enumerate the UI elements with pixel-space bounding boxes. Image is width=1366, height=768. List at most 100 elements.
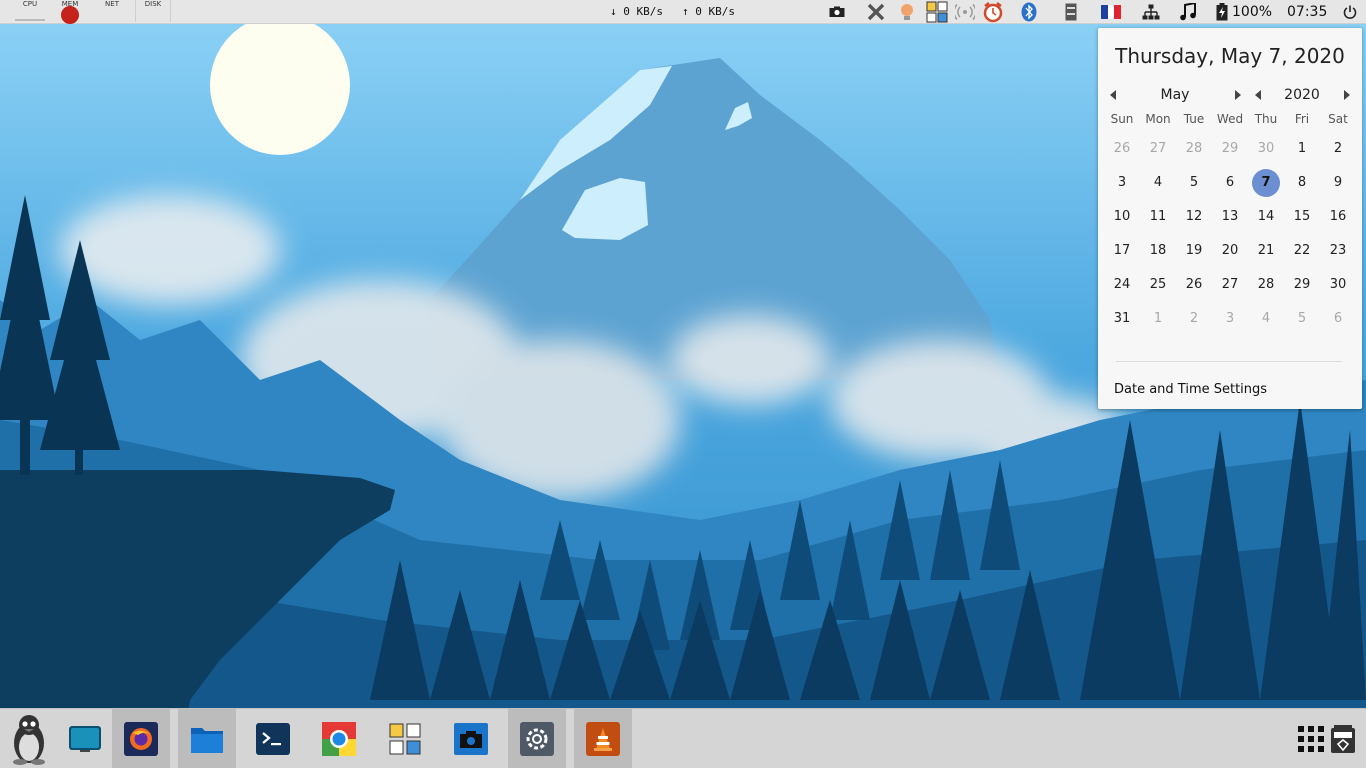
screen-icon[interactable] — [56, 709, 114, 768]
calendar-day[interactable]: 28 — [1176, 132, 1212, 166]
calendar-day[interactable]: 29 — [1284, 268, 1320, 302]
settings-gear-icon[interactable] — [508, 709, 566, 768]
calendar-week-row: 17 18 19 20 21 22 23 — [1104, 234, 1360, 268]
cpu-monitor[interactable]: CPU — [13, 0, 47, 22]
clock[interactable]: 07:35 — [1287, 2, 1327, 22]
calendar-day-number: 12 — [1185, 209, 1203, 224]
obconf-icon[interactable] — [376, 709, 434, 768]
calendar-day[interactable]: 27 — [1212, 268, 1248, 302]
calendar-day[interactable]: 25 — [1140, 268, 1176, 302]
linux-tux-icon[interactable] — [0, 709, 58, 768]
calendar-day[interactable]: 20 — [1212, 234, 1248, 268]
terminal-icon[interactable] — [244, 709, 302, 768]
calendar-day[interactable]: 6 — [1320, 302, 1356, 336]
calendar-day[interactable]: 1 — [1284, 132, 1320, 166]
previous-year-button[interactable] — [1255, 90, 1261, 100]
wireless-icon[interactable] — [954, 2, 976, 22]
firefox-icon[interactable] — [112, 709, 170, 768]
calendar-day[interactable]: 10 — [1104, 200, 1140, 234]
top-panel: CPU MEM NET DISK ↓ 0 KB/s ↑ 0 KB/s 100% … — [0, 0, 1366, 24]
calendar-grid: Sun Mon Tue Wed Thu Fri Sat 26 27 28 29 30 1 2… — [1104, 112, 1360, 336]
calendar-day-number: 7 — [1252, 169, 1280, 197]
next-year-button[interactable] — [1344, 90, 1350, 100]
calendar-day[interactable]: 24 — [1104, 268, 1140, 302]
disk-monitor-label: DISK — [144, 0, 162, 8]
power-icon[interactable] — [1340, 2, 1360, 22]
calendar-day[interactable]: 5 — [1284, 302, 1320, 336]
calendar-day[interactable]: 28 — [1248, 268, 1284, 302]
calendar-day[interactable]: 14 — [1248, 200, 1284, 234]
calendar-day[interactable]: 26 — [1176, 268, 1212, 302]
calendar-day-number: 17 — [1113, 243, 1131, 258]
download-speed: ↓ 0 KB/s — [610, 5, 663, 18]
calendar-weeks: 26 27 28 29 30 1 2 3 4 5 6 7 8 9 10 11 12 13 14 15 16 17 18 19 2… — [1104, 132, 1360, 336]
folder-icon[interactable] — [178, 709, 236, 768]
calendar-day-today[interactable]: 7 — [1248, 166, 1284, 200]
calendar-day[interactable]: 27 — [1140, 132, 1176, 166]
calendar-day[interactable]: 29 — [1212, 132, 1248, 166]
calendar-day[interactable]: 6 — [1212, 166, 1248, 200]
weekday-label: Tue — [1183, 112, 1205, 126]
date-time-settings-link[interactable]: Date and Time Settings — [1114, 382, 1267, 397]
calendar-day[interactable]: 30 — [1320, 268, 1356, 302]
calendar-day[interactable]: 3 — [1212, 302, 1248, 336]
alarm-clock-icon[interactable] — [981, 2, 1005, 23]
calendar-day[interactable]: 3 — [1104, 166, 1140, 200]
calendar-day-number: 13 — [1221, 209, 1239, 224]
calendar-day-number: 25 — [1149, 277, 1167, 292]
bluetooth-icon[interactable] — [1019, 2, 1039, 22]
calendar-day[interactable]: 30 — [1248, 132, 1284, 166]
network-monitor[interactable]: NET — [95, 0, 129, 22]
calendar-day-number: 18 — [1149, 243, 1167, 258]
battery-percentage: 100% — [1232, 4, 1273, 20]
net-monitor-label: NET — [105, 0, 119, 8]
calendar-day-number: 26 — [1185, 277, 1203, 292]
vlc-icon[interactable] — [574, 709, 632, 768]
calendar-day[interactable]: 31 — [1104, 302, 1140, 336]
calendar-day[interactable]: 4 — [1248, 302, 1284, 336]
chrome-icon[interactable] — [310, 709, 368, 768]
calendar-day-number: 31 — [1113, 311, 1131, 326]
calendar-day[interactable]: 1 — [1140, 302, 1176, 336]
crossed-tools-icon[interactable] — [866, 2, 886, 22]
previous-month-button[interactable] — [1110, 90, 1116, 100]
calendar-date-title: Thursday, May 7, 2020 — [1115, 44, 1345, 68]
calendar-day[interactable]: 13 — [1212, 200, 1248, 234]
lightbulb-icon[interactable] — [897, 2, 917, 22]
calendar-day[interactable]: 19 — [1176, 234, 1212, 268]
calendar-day[interactable]: 12 — [1176, 200, 1212, 234]
calendar-day[interactable]: 9 — [1320, 166, 1356, 200]
calendar-day[interactable]: 17 — [1104, 234, 1140, 268]
calendar-day[interactable]: 2 — [1320, 132, 1356, 166]
calendar-day[interactable]: 22 — [1284, 234, 1320, 268]
calendar-day[interactable]: 15 — [1284, 200, 1320, 234]
calendar-day[interactable]: 5 — [1176, 166, 1212, 200]
calendar-day[interactable]: 4 — [1140, 166, 1176, 200]
disk-monitor[interactable]: DISK — [135, 0, 171, 22]
music-note-icon[interactable] — [1178, 2, 1198, 22]
dock — [0, 708, 1366, 768]
calendar-day[interactable]: 16 — [1320, 200, 1356, 234]
camera-icon[interactable] — [442, 709, 500, 768]
battery-icon[interactable] — [1213, 2, 1231, 22]
calendar-day-number: 23 — [1329, 243, 1347, 258]
weekday-header: Sun Mon Tue Wed Thu Fri Sat — [1104, 112, 1360, 132]
calendar-day-number: 20 — [1221, 243, 1239, 258]
calendar-day[interactable]: 23 — [1320, 234, 1356, 268]
memory-monitor[interactable]: MEM — [53, 0, 87, 24]
network-icon[interactable] — [1141, 2, 1161, 22]
calendar-day-number: 30 — [1257, 141, 1275, 156]
trash-icon[interactable] — [1320, 709, 1366, 768]
calendar-day[interactable]: 18 — [1140, 234, 1176, 268]
french-flag-icon[interactable] — [1100, 2, 1122, 22]
calendar-day[interactable]: 21 — [1248, 234, 1284, 268]
next-month-button[interactable] — [1235, 90, 1241, 100]
calendar-day[interactable]: 8 — [1284, 166, 1320, 200]
obconf-icon[interactable] — [925, 1, 949, 23]
calendar-day-number: 1 — [1153, 311, 1163, 326]
screenshot-icon[interactable] — [828, 2, 846, 22]
archive-icon[interactable] — [1062, 2, 1080, 22]
calendar-day[interactable]: 2 — [1176, 302, 1212, 336]
calendar-day[interactable]: 26 — [1104, 132, 1140, 166]
calendar-day[interactable]: 11 — [1140, 200, 1176, 234]
